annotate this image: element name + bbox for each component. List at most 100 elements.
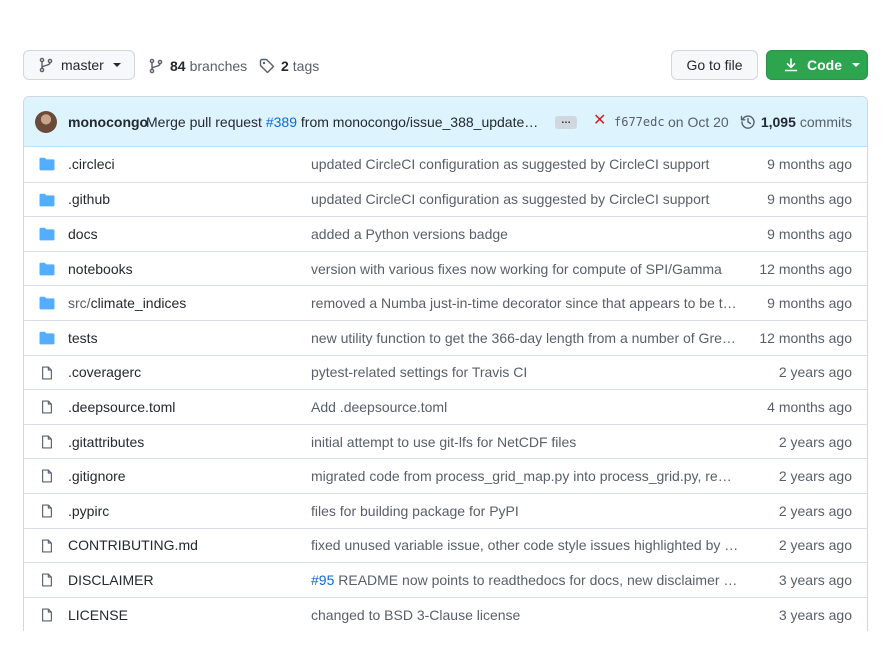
file-row[interactable]: .pypirc files for building package for Py…	[24, 492, 867, 528]
file-commit-message[interactable]: removed a Numba just-in-time decorator s…	[311, 295, 741, 311]
file-name: .github	[68, 191, 111, 208]
file-name-link[interactable]: notebooks	[68, 261, 133, 277]
file-name-link[interactable]: CONTRIBUTING.md	[68, 537, 198, 553]
file-commit-message-text: updated CircleCI configuration as sugges…	[311, 191, 710, 208]
file-name-link[interactable]: tests	[68, 330, 98, 346]
file-commit-message[interactable]: Add .deepsource.toml	[311, 399, 741, 415]
branches-count: 84	[170, 58, 186, 74]
file-row[interactable]: .coveragerc pytest-related settings for T…	[24, 354, 867, 390]
file-age: 9 months ago	[767, 225, 852, 242]
commits-count: 1,095	[760, 113, 796, 130]
git-branch-icon	[149, 58, 163, 74]
file-age: 9 months ago	[767, 191, 852, 208]
commits-history-link[interactable]: 1,095 commits	[740, 114, 852, 130]
file-commit-message-text: updated CircleCI configuration as sugges…	[311, 156, 710, 173]
file-icon	[39, 435, 55, 449]
file-commit-message[interactable]: pytest-related settings for Travis CI	[311, 364, 741, 380]
chevron-down-icon	[852, 63, 860, 67]
file-name: .gitignore	[68, 468, 126, 485]
commit-date: on Oct 20	[668, 113, 729, 130]
file-row[interactable]: notebooks version with various fixes now …	[24, 250, 867, 286]
avatar[interactable]	[35, 111, 57, 133]
file-commit-message-text: version with various fixes now working f…	[311, 260, 722, 277]
folder-icon	[39, 262, 55, 276]
issue-link[interactable]: #95	[311, 572, 334, 588]
file-commit-message[interactable]: fixed unused variable issue, other code …	[311, 537, 741, 553]
file-name-link[interactable]: docs	[68, 226, 98, 242]
file-icon	[39, 573, 55, 587]
file-commit-message-text: migrated code from process_grid_map.py i…	[311, 468, 741, 485]
branch-select-button[interactable]: master	[23, 50, 135, 80]
file-name-link[interactable]: .github	[68, 191, 110, 207]
file-name: .pypirc	[68, 502, 110, 519]
file-name-link[interactable]: .coveragerc	[68, 364, 141, 380]
file-commit-message-text: README now points to readthedocs for doc…	[334, 571, 741, 588]
file-name: climate_indices	[90, 295, 187, 312]
latest-commit-bar: monocongo Merge pull request #389 from m…	[24, 97, 867, 147]
file-row[interactable]: tests new utility function to get the 366…	[24, 319, 867, 355]
file-row[interactable]: .gitattributes initial attempt to use git…	[24, 423, 867, 459]
tags-link[interactable]: 2 tags	[259, 50, 319, 82]
file-name: .deepsource.toml	[68, 398, 176, 415]
file-commit-message[interactable]: migrated code from process_grid_map.py i…	[311, 468, 741, 484]
expand-commit-message-button[interactable]: …	[555, 116, 577, 129]
file-commit-message-text: pytest-related settings for Travis CI	[311, 364, 528, 381]
file-commit-message[interactable]: version with various fixes now working f…	[311, 261, 741, 277]
file-name: LICENSE	[68, 606, 128, 623]
file-path-prefix: src/	[68, 295, 91, 312]
file-icon	[39, 400, 55, 414]
file-name-link[interactable]: .deepsource.toml	[68, 399, 175, 415]
code-button-label: Code	[807, 57, 842, 73]
file-commit-message[interactable]: updated CircleCI configuration as sugges…	[311, 156, 741, 172]
file-row[interactable]: .gitignore migrated code from process_gri…	[24, 458, 867, 493]
file-commit-message[interactable]: #95 README now points to readthedocs for…	[311, 572, 741, 588]
file-commit-message-text: initial attempt to use git-lfs for NetCD…	[311, 433, 577, 450]
file-name-link[interactable]: src/climate_indices	[68, 295, 186, 311]
file-commit-message[interactable]: new utility function to get the 366-day …	[311, 330, 741, 346]
file-age: 12 months ago	[759, 329, 852, 346]
go-to-file-button[interactable]: Go to file	[671, 50, 758, 80]
file-name-link[interactable]: .pypirc	[68, 503, 109, 519]
file-commit-message-text: fixed unused variable issue, other code …	[311, 537, 741, 554]
commit-author[interactable]: monocongo	[68, 114, 148, 130]
file-name-link[interactable]: .gitignore	[68, 468, 126, 484]
file-commit-message[interactable]: added a Python versions badge	[311, 226, 741, 242]
commit-sha[interactable]: f677edc	[614, 115, 665, 129]
file-commit-message[interactable]: updated CircleCI configuration as sugges…	[311, 191, 741, 207]
file-age: 12 months ago	[759, 260, 852, 277]
file-row[interactable]: DISCLAIMER #95 README now points to readt…	[24, 562, 867, 597]
x-icon[interactable]: ✕	[593, 113, 606, 129]
file-row[interactable]: .deepsource.toml Add .deepsource.toml 4 mo…	[24, 389, 867, 424]
file-age: 2 years ago	[778, 364, 852, 381]
branches-label: branches	[189, 58, 248, 74]
file-name-link[interactable]: DISCLAIMER	[68, 572, 154, 588]
tags-label: tags	[292, 58, 320, 74]
file-commit-message-text: Add .deepsource.toml	[311, 398, 448, 415]
file-icon	[39, 504, 55, 518]
commit-message[interactable]: Merge pull request #389 from monocongo/i…	[146, 114, 546, 130]
file-name-link[interactable]: .gitattributes	[68, 434, 144, 450]
file-icon	[39, 539, 55, 553]
file-row[interactable]: CONTRIBUTING.md fixed unused variable iss…	[24, 527, 867, 563]
file-name: tests	[68, 329, 98, 346]
file-age: 2 years ago	[778, 468, 852, 485]
file-row[interactable]: src/climate_indices removed a Numba just-…	[24, 285, 867, 320]
file-name: docs	[68, 225, 98, 242]
branches-link[interactable]: 84 branches	[148, 50, 247, 82]
file-name-link[interactable]: LICENSE	[68, 607, 128, 623]
file-commit-message[interactable]: initial attempt to use git-lfs for NetCD…	[311, 434, 741, 450]
file-row[interactable]: .circleci updated CircleCI configuration …	[24, 147, 867, 182]
file-row[interactable]: docs added a Python versions badge 9 month…	[24, 216, 867, 251]
file-row[interactable]: .github updated CircleCI configuration as…	[24, 181, 867, 217]
code-button[interactable]: Code	[766, 50, 868, 80]
tags-count: 2	[281, 58, 289, 74]
file-name-link[interactable]: .circleci	[68, 156, 115, 172]
git-branch-icon	[39, 57, 53, 73]
pull-request-link[interactable]: #389	[266, 114, 297, 130]
file-row[interactable]: LICENSE changed to BSD 3-Clause license 3 …	[24, 596, 867, 631]
file-commit-message[interactable]: files for building package for PyPI	[311, 503, 741, 519]
branch-name: master	[61, 57, 104, 73]
file-commit-message[interactable]: changed to BSD 3-Clause license	[311, 607, 741, 623]
file-age: 2 years ago	[778, 433, 852, 450]
file-age: 3 years ago	[778, 571, 852, 588]
